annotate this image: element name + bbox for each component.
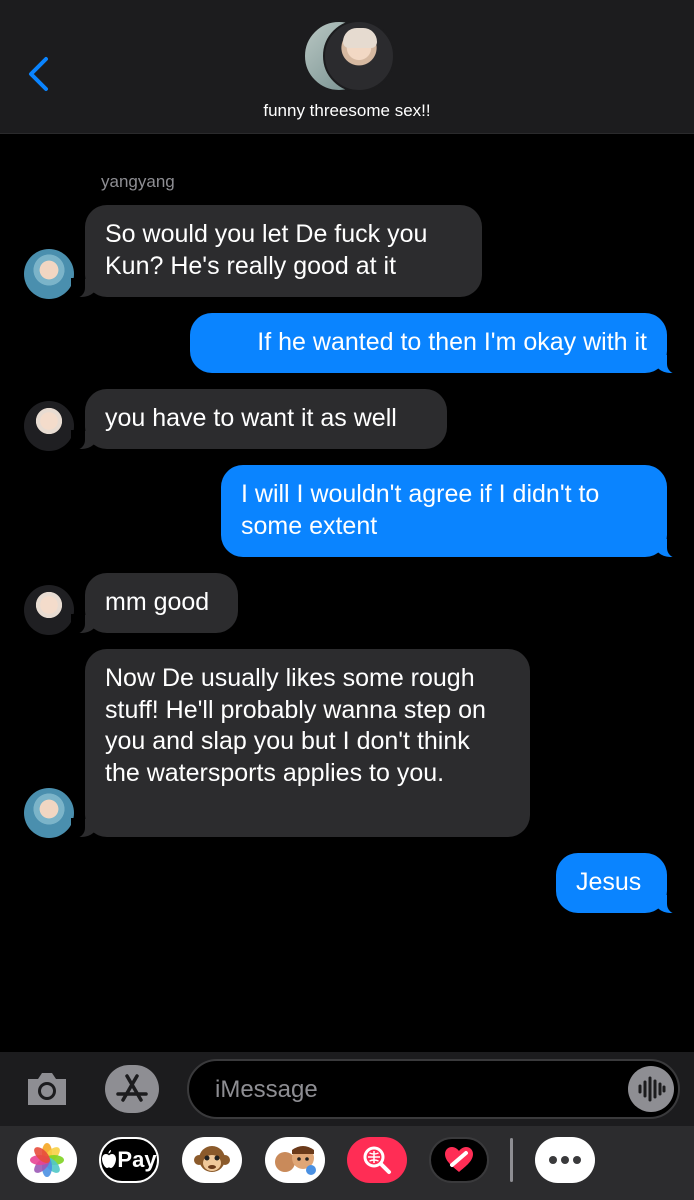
message-bubble-incoming[interactable]: So would you let De fuck you Kun? He's r…	[71, 205, 482, 298]
message-bubble-outgoing[interactable]: I will I wouldn't agree if I didn't to s…	[221, 465, 681, 558]
message-bubble-incoming[interactable]: Now De usually likes some rough stuff! H…	[71, 649, 530, 838]
memoji-stickers-icon	[275, 1146, 316, 1175]
apple-pay-icon	[102, 1150, 117, 1168]
sender-avatar[interactable]	[24, 401, 74, 451]
chevron-left-icon	[29, 57, 48, 91]
message-input[interactable]	[213, 1069, 617, 1111]
conversation-title[interactable]: funny threesome sex!!	[0, 101, 694, 121]
web-search-icon	[363, 1146, 391, 1174]
message-bubble-incoming[interactable]: mm good	[71, 573, 238, 634]
camera-icon	[28, 1073, 66, 1105]
animoji-app[interactable]	[182, 1137, 242, 1183]
message-bubble-outgoing[interactable]: Jesus	[556, 853, 681, 914]
monkey-animoji-icon	[194, 1146, 230, 1172]
imessage-field[interactable]	[187, 1059, 680, 1119]
photos-app[interactable]	[17, 1137, 77, 1183]
digital-touch-app[interactable]	[429, 1137, 489, 1183]
audio-message-button[interactable]	[628, 1066, 674, 1112]
group-avatar[interactable]	[303, 20, 395, 92]
message-composer	[0, 1052, 694, 1126]
sender-avatar[interactable]	[24, 788, 74, 838]
app-store-icon	[116, 1074, 148, 1102]
photos-icon	[30, 1143, 64, 1177]
apple-pay-app[interactable]: Pay	[99, 1137, 159, 1183]
apple-pay-label: Pay	[117, 1147, 157, 1172]
more-apps-icon	[549, 1156, 581, 1164]
more-apps-button[interactable]	[535, 1137, 595, 1183]
back-button[interactable]	[26, 56, 52, 92]
sender-avatar[interactable]	[24, 249, 74, 299]
sender-name: yangyang	[101, 172, 175, 191]
app-drawer: Pay	[0, 1126, 694, 1200]
app-store-button[interactable]	[105, 1065, 159, 1113]
message-bubble-outgoing[interactable]: If he wanted to then I'm okay with it	[190, 313, 681, 374]
digital-touch-icon	[445, 1147, 473, 1172]
memoji-app[interactable]	[265, 1137, 325, 1183]
audio-waveform-icon	[638, 1076, 666, 1102]
camera-button[interactable]	[24, 1067, 70, 1111]
group-member-avatar	[323, 20, 395, 92]
conversation-header: funny threesome sex!!	[0, 0, 694, 134]
app-strip-divider	[510, 1138, 513, 1182]
message-bubble-incoming[interactable]: you have to want it as well	[71, 389, 447, 450]
web-search-app[interactable]	[347, 1137, 407, 1183]
sender-avatar[interactable]	[24, 585, 74, 635]
